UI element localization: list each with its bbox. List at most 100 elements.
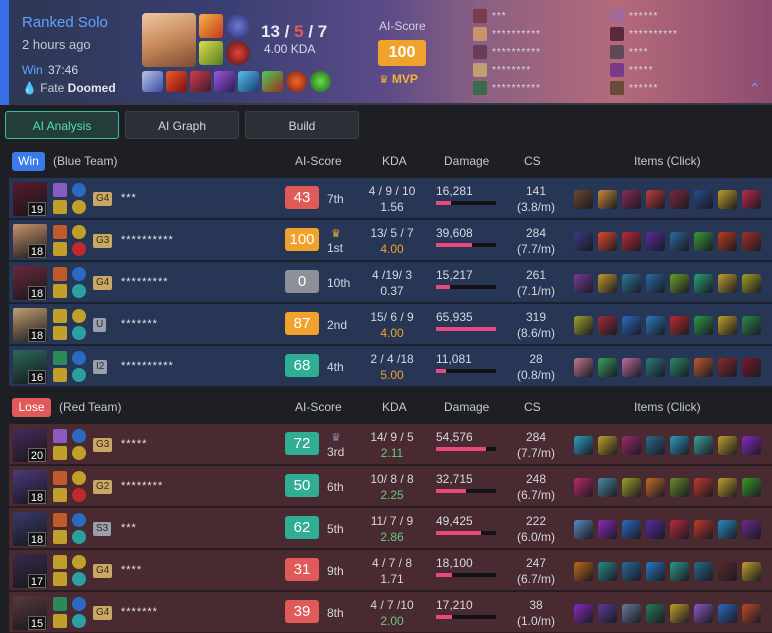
item-icon[interactable] [646,520,665,539]
roster-champion-icon[interactable] [610,81,624,95]
player-name[interactable]: *** [121,522,137,534]
item-icon[interactable] [670,190,689,209]
summoner-spell-icon[interactable] [53,225,67,239]
summoner-spell-icon[interactable] [53,446,67,460]
item-icon[interactable] [598,520,617,539]
player-row[interactable]: 18 G3 ********** 100 ♛ 1st 13/ 5 / 7 4.00 39,608… [9,220,772,261]
item-icon[interactable] [622,604,641,623]
roster-champion-icon[interactable] [610,63,624,77]
item-icon[interactable] [190,71,211,92]
rune-icon[interactable] [72,572,86,586]
tab-build[interactable]: Build [245,111,359,139]
item-icon[interactable] [166,71,187,92]
summoner-spell-icon[interactable] [53,471,67,485]
item-icon[interactable] [718,358,737,377]
summoner-spell-icon[interactable] [53,429,67,443]
rune-icon[interactable] [72,530,86,544]
item-icon[interactable] [646,232,665,251]
rune-icon[interactable] [72,614,86,628]
roster-champion-icon[interactable] [473,63,487,77]
player-name[interactable]: ******* [121,606,158,618]
item-icon[interactable] [646,604,665,623]
item-icon[interactable] [694,604,713,623]
summoner-spell-icon[interactable] [53,513,67,527]
player-row[interactable]: 20 G3 ***** 72 ♛ 3rd 14/ 9 / 5 2.11 54,576 284 (7.… [9,424,772,465]
item-icon[interactable] [622,358,641,377]
item-icon[interactable] [742,274,761,293]
player-name[interactable]: *** [121,192,137,204]
item-icon[interactable] [742,436,761,455]
rune-icon[interactable] [72,242,86,256]
item-icon[interactable] [694,436,713,455]
item-icon[interactable] [574,274,593,293]
rune-icon[interactable] [72,446,86,460]
item-icon[interactable] [310,71,331,92]
item-icon[interactable] [718,520,737,539]
tab-ai-analysis[interactable]: AI Analysis [5,111,119,139]
roster-name[interactable]: ********** [492,29,541,40]
item-icon[interactable] [742,604,761,623]
roster-name[interactable]: ****** [629,83,658,94]
item-icon[interactable] [622,232,641,251]
item-icon[interactable] [694,274,713,293]
summoner-spell-icon[interactable] [53,572,67,586]
rune-icon[interactable] [226,41,250,65]
item-icon[interactable] [622,478,641,497]
item-icon[interactable] [622,190,641,209]
item-icon[interactable] [694,190,713,209]
summoner-spell-icon[interactable] [53,614,67,628]
player-name[interactable]: ********** [121,234,174,246]
rune-icon[interactable] [72,200,86,214]
champion-portrait[interactable] [142,13,196,67]
item-icon[interactable] [142,71,163,92]
spell-icon[interactable] [199,41,223,65]
item-icon[interactable] [622,274,641,293]
player-row[interactable]: 18 G2 ******** 50 6th 10/ 8 / 8 2.25 32,715 248 (… [9,466,772,507]
item-icon[interactable] [742,190,761,209]
rune-icon[interactable] [72,368,86,382]
player-row[interactable]: 18 U ******* 87 2nd 15/ 6 / 9 4.00 65,935 319 (8.… [9,304,772,345]
item-icon[interactable] [718,190,737,209]
summoner-spell-icon[interactable] [53,530,67,544]
item-icon[interactable] [694,316,713,335]
item-icon[interactable] [742,520,761,539]
rune-icon[interactable] [72,471,86,485]
rune-icon[interactable] [72,326,86,340]
item-icon[interactable] [598,358,617,377]
roster-name[interactable]: *** [492,11,507,22]
player-row[interactable]: 19 G4 *** 43 7th 4 / 9 / 10 1.56 16,281 141 (3.8/… [9,178,772,219]
item-icon[interactable] [670,274,689,293]
player-row[interactable]: 15 G4 ******* 39 8th 4 / 7 /10 2.00 17,210 38 (1.… [9,592,772,633]
roster-name[interactable]: **** [629,47,649,58]
item-icon[interactable] [622,436,641,455]
item-icon[interactable] [742,358,761,377]
item-icon[interactable] [718,604,737,623]
item-icon[interactable] [598,232,617,251]
item-icon[interactable] [742,316,761,335]
item-icon[interactable] [646,190,665,209]
player-name[interactable]: ********** [121,360,174,372]
roster-name[interactable]: ***** [629,65,653,76]
item-icon[interactable] [574,190,593,209]
item-icon[interactable] [742,478,761,497]
item-icon[interactable] [670,316,689,335]
summoner-spell-icon[interactable] [53,200,67,214]
rune-icon[interactable] [72,488,86,502]
item-icon[interactable] [718,562,737,581]
player-row[interactable]: 16 I2 ********** 68 4th 2 / 4 /18 5.00 11,081 28… [9,346,772,387]
item-icon[interactable] [238,71,259,92]
tab-ai-graph[interactable]: AI Graph [125,111,239,139]
item-icon[interactable] [574,436,593,455]
item-icon[interactable] [646,358,665,377]
item-icon[interactable] [574,232,593,251]
item-icon[interactable] [694,358,713,377]
item-icon[interactable] [574,562,593,581]
item-icon[interactable] [718,274,737,293]
item-icon[interactable] [622,520,641,539]
item-icon[interactable] [646,316,665,335]
item-icon[interactable] [670,478,689,497]
item-icon[interactable] [598,190,617,209]
collapse-chevron-icon[interactable]: ⌃ [749,80,761,97]
item-icon[interactable] [598,562,617,581]
roster-champion-icon[interactable] [473,27,487,41]
